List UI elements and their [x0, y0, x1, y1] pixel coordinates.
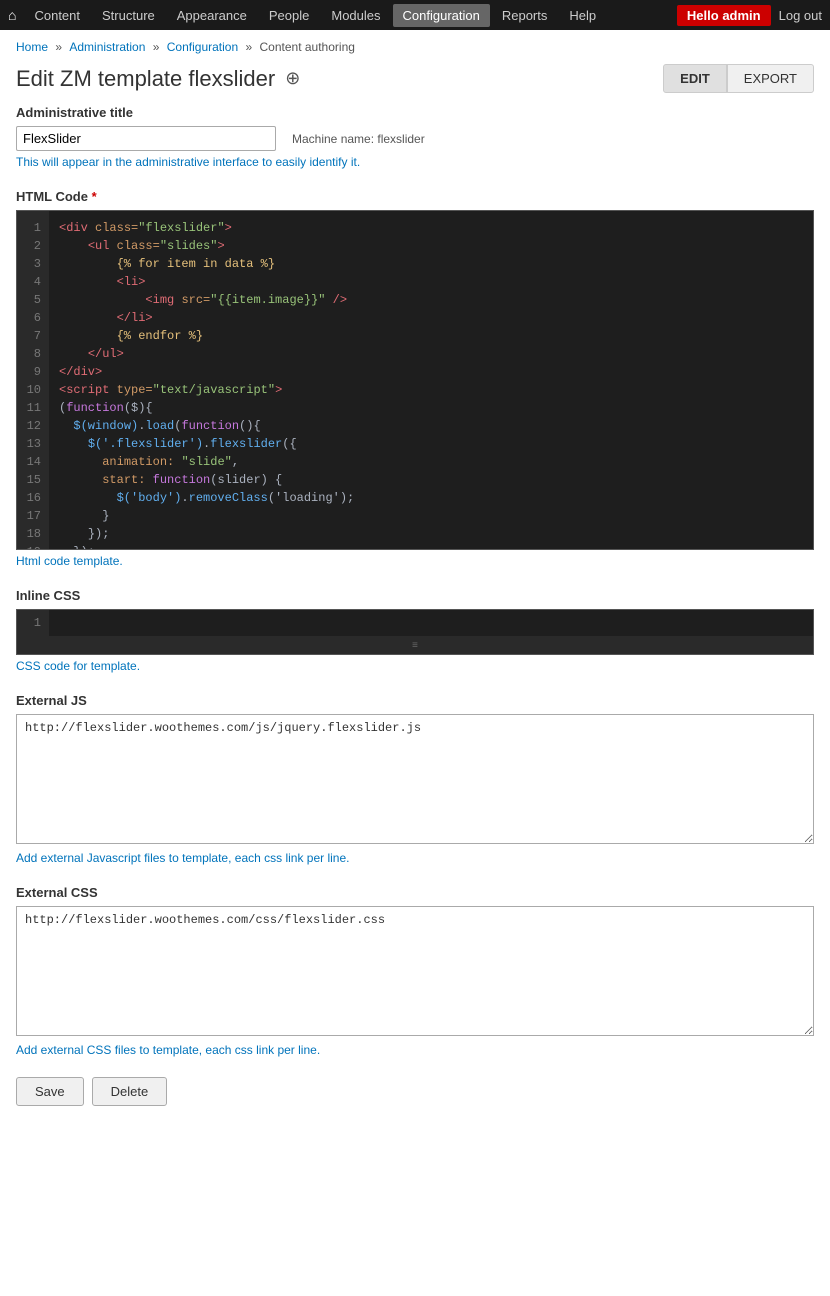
- tab-buttons: EDIT EXPORT: [663, 64, 814, 93]
- code-lines: 123456789101112131415161718192021 <div c…: [17, 211, 813, 550]
- main-content: Administrative title Machine name: flexs…: [0, 105, 830, 1136]
- nav-item-modules[interactable]: Modules: [321, 4, 390, 27]
- tab-export[interactable]: EXPORT: [727, 64, 814, 93]
- admin-title-hint: This will appear in the administrative i…: [16, 155, 814, 169]
- external-js-hint: Add external Javascript files to templat…: [16, 851, 814, 865]
- nav-item-structure[interactable]: Structure: [92, 4, 165, 27]
- html-code-section: HTML Code * 1234567891011121314151617181…: [16, 189, 814, 568]
- breadcrumb-administration[interactable]: Administration: [69, 40, 145, 54]
- breadcrumb-current: Content authoring: [260, 40, 355, 54]
- nav-item-content[interactable]: Content: [24, 4, 90, 27]
- admin-title-row: Machine name: flexslider: [16, 126, 814, 151]
- inline-line-num: 1: [17, 610, 49, 636]
- nav-item-configuration[interactable]: Configuration: [393, 4, 490, 27]
- page-title-left: Edit ZM template flexslider ⊕: [16, 66, 300, 92]
- inline-css-label: Inline CSS: [16, 588, 814, 603]
- nav-item-help[interactable]: Help: [559, 4, 606, 27]
- html-code-editor[interactable]: 123456789101112131415161718192021 <div c…: [16, 210, 814, 550]
- breadcrumb-home[interactable]: Home: [16, 40, 48, 54]
- breadcrumb-sep-3: »: [246, 40, 256, 54]
- html-code-hint: Html code template.: [16, 554, 814, 568]
- top-navigation: ⌂ Content Structure Appearance People Mo…: [0, 0, 830, 30]
- add-icon[interactable]: ⊕: [285, 68, 300, 89]
- external-css-section: External CSS http://flexslider.woothemes…: [16, 885, 814, 1057]
- admin-title-label: Administrative title: [16, 105, 814, 120]
- inline-scrollbar: ≡: [17, 636, 813, 654]
- inline-css-content: 1: [17, 610, 813, 636]
- inline-css-section: Inline CSS 1 ≡ CSS code for template.: [16, 588, 814, 673]
- hello-admin-badge[interactable]: Hello admin: [677, 5, 771, 26]
- external-css-hint: Add external CSS files to template, each…: [16, 1043, 814, 1057]
- admin-title-input[interactable]: [16, 126, 276, 151]
- admin-username: admin: [722, 8, 760, 23]
- line-numbers: 123456789101112131415161718192021: [17, 211, 49, 550]
- breadcrumb-sep-2: »: [153, 40, 163, 54]
- external-js-section: External JS http://flexslider.woothemes.…: [16, 693, 814, 865]
- external-js-label: External JS: [16, 693, 814, 708]
- admin-title-section: Administrative title Machine name: flexs…: [16, 105, 814, 169]
- nav-item-reports[interactable]: Reports: [492, 4, 558, 27]
- inline-css-hint: CSS code for template.: [16, 659, 814, 673]
- breadcrumb-configuration[interactable]: Configuration: [167, 40, 238, 54]
- required-marker: *: [92, 189, 97, 204]
- save-button[interactable]: Save: [16, 1077, 84, 1106]
- inline-code-area: [49, 610, 813, 636]
- nav-right: Hello admin Log out: [677, 5, 822, 26]
- external-js-input[interactable]: http://flexslider.woothemes.com/js/jquer…: [16, 714, 814, 844]
- action-buttons: Save Delete: [16, 1077, 814, 1106]
- external-css-label: External CSS: [16, 885, 814, 900]
- code-content: <div class="flexslider"> <ul class="slid…: [49, 211, 813, 550]
- hello-prefix: Hello: [687, 8, 722, 23]
- page-title: Edit ZM template flexslider: [16, 66, 275, 92]
- external-css-input[interactable]: http://flexslider.woothemes.com/css/flex…: [16, 906, 814, 1036]
- breadcrumb: Home » Administration » Configuration » …: [0, 30, 830, 60]
- home-icon[interactable]: ⌂: [8, 7, 16, 23]
- machine-name-label: Machine name: flexslider: [292, 132, 425, 146]
- delete-button[interactable]: Delete: [92, 1077, 168, 1106]
- page-title-row: Edit ZM template flexslider ⊕ EDIT EXPOR…: [0, 60, 830, 105]
- tab-edit[interactable]: EDIT: [663, 64, 727, 93]
- breadcrumb-sep-1: »: [55, 40, 65, 54]
- nav-item-appearance[interactable]: Appearance: [167, 4, 257, 27]
- html-code-label: HTML Code *: [16, 189, 814, 204]
- logout-link[interactable]: Log out: [779, 8, 822, 23]
- nav-menu: Content Structure Appearance People Modu…: [24, 4, 676, 27]
- nav-item-people[interactable]: People: [259, 4, 319, 27]
- inline-css-editor[interactable]: 1 ≡: [16, 609, 814, 655]
